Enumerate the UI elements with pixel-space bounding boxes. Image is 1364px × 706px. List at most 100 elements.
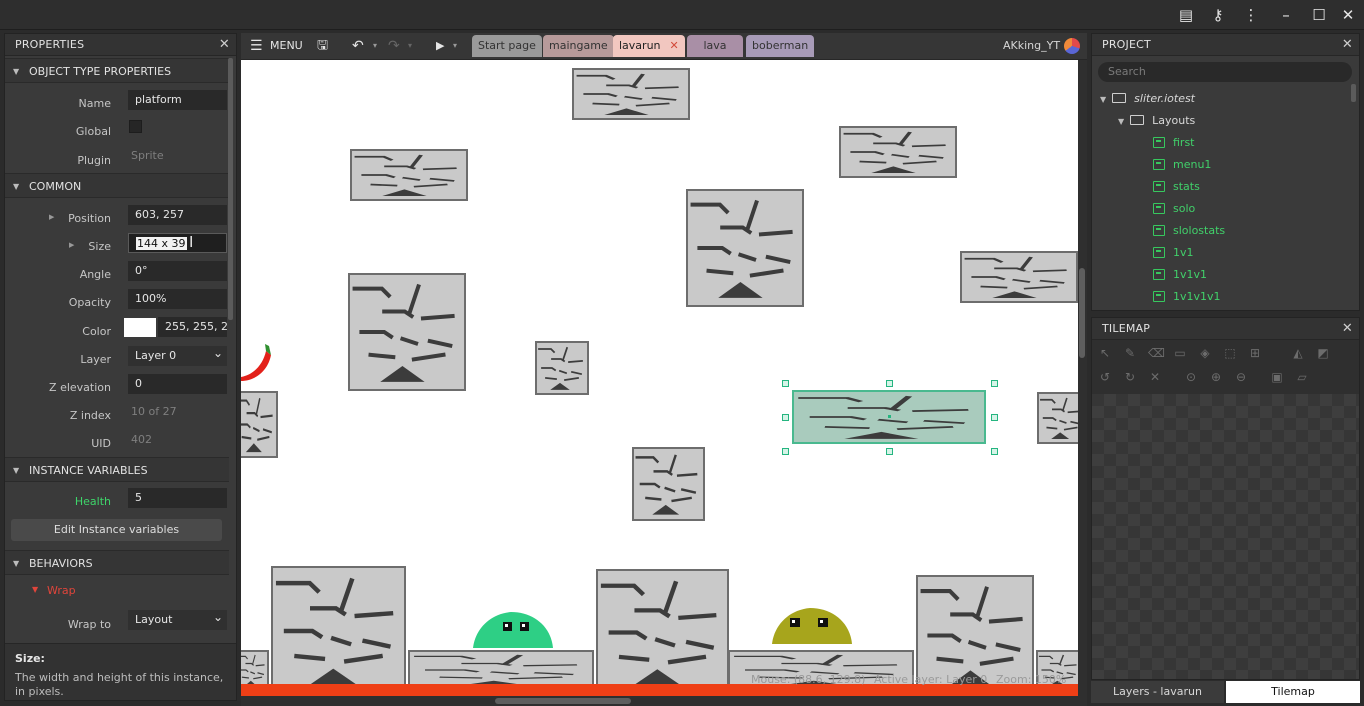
ground-pillar[interactable] [596, 569, 729, 696]
rotate-left-icon[interactable]: ↺ [1098, 370, 1112, 384]
search-input[interactable]: Search [1098, 62, 1352, 82]
ground-pillar[interactable] [271, 566, 406, 696]
resize-handle[interactable] [782, 448, 789, 455]
close-icon[interactable]: ✕ [219, 34, 230, 56]
behavior-caret-icon[interactable]: ▼ [32, 585, 38, 594]
resize-handle[interactable] [991, 448, 998, 455]
grid-icon[interactable]: ⊞ [1248, 346, 1262, 360]
undo-icon[interactable]: ↶ [352, 33, 364, 59]
platform-sprite[interactable] [350, 149, 468, 201]
resize-handle[interactable] [991, 380, 998, 387]
maximize-icon[interactable]: ☐ [1309, 5, 1329, 25]
more-vertical-icon[interactable]: ⋮ [1241, 5, 1261, 25]
key-icon[interactable]: ⚷ [1208, 5, 1228, 25]
save-icon[interactable]: 🖫 [317, 33, 328, 59]
user-avatar[interactable] [1064, 38, 1080, 54]
canvas-vertical-scrollbar[interactable] [1078, 60, 1087, 696]
menu-button[interactable]: MENU [270, 33, 303, 59]
zoom-icon[interactable]: ⊙ [1184, 370, 1198, 384]
scroll-thumb[interactable] [1079, 268, 1085, 358]
save-icon[interactable]: ▣ [1270, 370, 1284, 384]
layer-select[interactable]: Layer 0 [128, 346, 227, 366]
project-root[interactable]: ▼ sliter.iotest [1100, 92, 1195, 105]
z-elevation-field[interactable]: 0 [128, 374, 227, 394]
zoom-out-icon[interactable]: ⊖ [1234, 370, 1248, 384]
chili-pepper-sprite[interactable] [241, 343, 273, 383]
layout-item-stats[interactable]: stats [1153, 180, 1200, 193]
tab-boberman[interactable]: boberman [746, 35, 815, 57]
layout-item-solo[interactable]: solo [1153, 202, 1195, 215]
wrap-to-select[interactable]: Layout [128, 610, 227, 630]
edit-instance-variables-button[interactable]: Edit Instance variables [11, 519, 222, 541]
redo-dropdown-icon[interactable]: ▾ [408, 33, 412, 59]
section-object-type[interactable]: ▼ OBJECT TYPE PROPERTIES [5, 58, 229, 83]
layout-item-1v1[interactable]: 1v1 [1153, 246, 1194, 259]
properties-scrollbar[interactable] [228, 58, 233, 320]
zoom-in-icon[interactable]: ⊕ [1209, 370, 1223, 384]
platform-sprite[interactable] [1037, 392, 1078, 444]
resize-handle[interactable] [782, 380, 789, 387]
position-field[interactable]: 603, 257 [128, 205, 227, 225]
layouts-folder[interactable]: ▼ Layouts [1118, 114, 1195, 127]
rectangle-icon[interactable]: ▭ [1173, 346, 1187, 360]
rotate-right-icon[interactable]: ↻ [1123, 370, 1137, 384]
angle-field[interactable]: 0° [128, 261, 227, 281]
menu-icon[interactable]: ☰ [250, 33, 263, 59]
olive-slime-sprite[interactable] [770, 604, 854, 648]
section-common[interactable]: ▼ COMMON [5, 173, 229, 198]
close-icon[interactable]: ✕ [1338, 5, 1358, 25]
color-field[interactable]: 255, 255, 255 [158, 317, 227, 337]
tab-tilemap[interactable]: Tilemap [1226, 681, 1360, 703]
platform-sprite[interactable] [632, 447, 705, 521]
user-name[interactable]: AKking_YT [1003, 33, 1060, 59]
platform-sprite[interactable] [839, 126, 957, 178]
health-field[interactable]: 5 [128, 488, 227, 508]
mirror-icon[interactable]: ◭ [1291, 346, 1305, 360]
platform-sprite[interactable] [348, 273, 466, 391]
minimize-icon[interactable]: – [1276, 5, 1296, 25]
platform-sprite[interactable] [960, 251, 1078, 303]
resize-handle[interactable] [991, 414, 998, 421]
layout-item-1v1v1v1[interactable]: 1v1v1v1 [1153, 290, 1221, 303]
resize-handle[interactable] [886, 448, 893, 455]
tab-close-icon[interactable]: ✕ [670, 39, 679, 52]
project-scrollbar[interactable] [1351, 84, 1356, 102]
resize-handle[interactable] [782, 414, 789, 421]
global-checkbox[interactable] [129, 120, 142, 133]
opacity-field[interactable]: 100% [128, 289, 227, 309]
pointer-icon[interactable]: ↖ [1098, 346, 1112, 360]
layout-item-1v1v1[interactable]: 1v1v1 [1153, 268, 1207, 281]
canvas-horizontal-scrollbar[interactable] [241, 696, 1087, 706]
platform-sprite[interactable] [686, 189, 804, 307]
select-icon[interactable]: ⬚ [1223, 346, 1237, 360]
redo-icon[interactable]: ↷ [388, 33, 400, 59]
resize-handle[interactable] [886, 380, 893, 387]
name-field[interactable]: platform [128, 90, 227, 110]
fill-icon[interactable]: ◈ [1198, 346, 1212, 360]
tab-lava[interactable]: lava [687, 35, 743, 57]
scroll-thumb[interactable] [495, 698, 631, 704]
green-slime-sprite[interactable] [471, 608, 555, 652]
size-field[interactable]: 144 x 39 [128, 233, 227, 253]
platform-sprite[interactable] [572, 68, 690, 120]
play-icon[interactable]: ▶ [436, 33, 444, 59]
clear-icon[interactable]: ✕ [1148, 370, 1162, 384]
play-dropdown-icon[interactable]: ▾ [453, 33, 457, 59]
close-icon[interactable]: ✕ [1342, 318, 1353, 340]
platform-sprite[interactable] [241, 391, 278, 458]
layout-item-menu1[interactable]: menu1 [1153, 158, 1211, 171]
layout-item-slolostats[interactable]: slolostats [1153, 224, 1225, 237]
behavior-wrap[interactable]: Wrap [47, 584, 76, 597]
flip-icon[interactable]: ◩ [1316, 346, 1330, 360]
platform-sprite[interactable] [535, 341, 589, 395]
tilemap-grid[interactable] [1092, 394, 1359, 679]
tab-start-page[interactable]: Start page [472, 35, 542, 57]
tab-layers[interactable]: Layers - lavarun [1091, 681, 1224, 703]
section-behaviors[interactable]: ▼ BEHAVIORS [5, 550, 229, 575]
color-swatch[interactable] [124, 318, 156, 337]
undo-dropdown-icon[interactable]: ▾ [373, 33, 377, 59]
tab-maingame[interactable]: maingame [543, 35, 614, 57]
layout-canvas[interactable]: Mouse: (88.6, 129.8) Active layer: Layer… [241, 60, 1078, 696]
layout-item-first[interactable]: first [1153, 136, 1195, 149]
close-icon[interactable]: ✕ [1342, 34, 1353, 56]
